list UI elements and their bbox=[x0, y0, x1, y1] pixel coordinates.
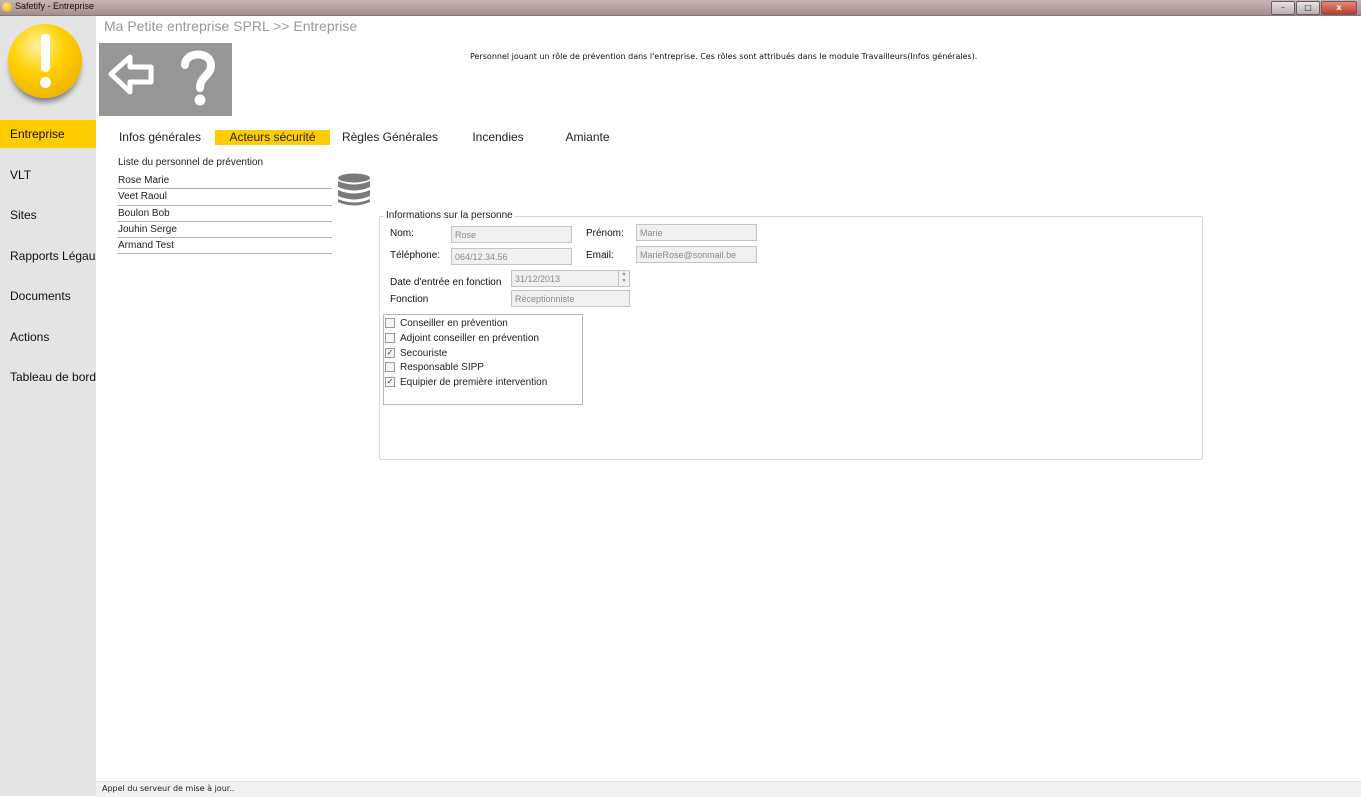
role-equipier-premiere-intervention[interactable]: ✓ Equipier de première intervention bbox=[385, 375, 547, 389]
tab-regles-generales[interactable]: Règles Générales bbox=[340, 130, 440, 145]
prenom-label: Prénom: bbox=[586, 228, 624, 239]
breadcrumb: Ma Petite entreprise SPRL >> Entreprise bbox=[104, 18, 358, 34]
arrow-left-icon bbox=[108, 54, 154, 95]
sidebar-item-tableau-de-bord[interactable]: Tableau de bord bbox=[0, 363, 96, 391]
sidebar-item-rapports-legaux[interactable]: Rapports Légaux bbox=[0, 242, 96, 270]
minimize-button[interactable]: – bbox=[1271, 1, 1295, 15]
list-item[interactable]: Jouhin Serge bbox=[117, 222, 332, 239]
role-label: Responsable SIPP bbox=[400, 361, 484, 373]
role-label: Adjoint conseiller en prévention bbox=[400, 332, 539, 344]
checkbox[interactable] bbox=[385, 333, 395, 343]
safetify-logo bbox=[8, 24, 82, 98]
personnel-list-title: Liste du personnel de prévention bbox=[118, 157, 264, 168]
date-entree-field[interactable]: 31/12/2013 ▲ ▼ bbox=[511, 270, 630, 287]
sidebar-item-entreprise[interactable]: Entreprise bbox=[0, 120, 96, 148]
nom-label: Nom: bbox=[390, 228, 414, 239]
email-field[interactable]: MarieRose@sonmail.be bbox=[636, 246, 757, 263]
list-item[interactable]: Veet Raoul bbox=[117, 189, 332, 206]
list-item[interactable]: Armand Test bbox=[117, 238, 332, 255]
role-label: Conseiller en prévention bbox=[400, 317, 508, 329]
role-adjoint-conseiller[interactable]: Adjoint conseiller en prévention bbox=[385, 331, 539, 345]
telephone-label: Téléphone: bbox=[390, 250, 441, 261]
sidebar-nav: Entreprise VLT Sites Rapports Légaux Doc… bbox=[0, 120, 96, 404]
date-spinner[interactable]: ▲ ▼ bbox=[618, 271, 629, 286]
tab-incendies[interactable]: Incendies bbox=[469, 130, 527, 145]
checkbox[interactable]: ✓ bbox=[385, 348, 395, 358]
fonction-field[interactable]: Réceptionniste bbox=[511, 290, 630, 307]
title-bar: Safetify - Entreprise – □ x bbox=[0, 0, 1361, 16]
role-conseiller-prevention[interactable]: Conseiller en prévention bbox=[385, 316, 508, 330]
status-bar: Appel du serveur de mise à jour.. bbox=[96, 781, 1361, 797]
prenom-field[interactable]: Marie bbox=[636, 224, 757, 241]
date-entree-label: Date d'entrée en fonction bbox=[390, 277, 502, 288]
help-button[interactable] bbox=[165, 43, 231, 116]
personnel-list: Rose Marie Veet Raoul Boulon Bob Jouhin … bbox=[117, 173, 332, 255]
app-icon bbox=[2, 2, 12, 12]
email-label: Email: bbox=[586, 250, 614, 261]
back-button[interactable] bbox=[99, 43, 165, 116]
list-item[interactable]: Boulon Bob bbox=[117, 206, 332, 222]
tab-amiante[interactable]: Amiante bbox=[562, 130, 613, 145]
role-label: Equipier de première intervention bbox=[400, 376, 548, 388]
page-description: Personnel jouant un rôle de prévention d… bbox=[470, 52, 978, 61]
role-responsable-sipp[interactable]: Responsable SIPP bbox=[385, 360, 484, 374]
tab-infos-generales[interactable]: Infos générales bbox=[116, 130, 204, 145]
database-button[interactable] bbox=[336, 172, 372, 212]
sidebar-item-actions[interactable]: Actions bbox=[0, 323, 96, 351]
person-info-legend: Informations sur la personne bbox=[384, 210, 515, 221]
checkbox[interactable] bbox=[385, 362, 395, 372]
window-title: Safetify - Entreprise bbox=[15, 1, 95, 11]
tab-acteurs-securite[interactable]: Acteurs sécurité bbox=[215, 130, 330, 145]
sidebar-item-documents[interactable]: Documents bbox=[0, 282, 96, 310]
date-entree-value: 31/12/2013 bbox=[515, 274, 561, 284]
maximize-button[interactable]: □ bbox=[1296, 1, 1320, 15]
status-text: Appel du serveur de mise à jour.. bbox=[102, 784, 235, 793]
question-mark-icon bbox=[181, 50, 216, 106]
sidebar-item-sites[interactable]: Sites bbox=[0, 201, 96, 229]
sidebar-item-vlt[interactable]: VLT bbox=[0, 161, 96, 189]
database-icon bbox=[338, 173, 370, 206]
fonction-label: Fonction bbox=[390, 294, 429, 305]
checkbox[interactable]: ✓ bbox=[385, 377, 395, 387]
role-secouriste[interactable]: ✓ Secouriste bbox=[385, 346, 447, 360]
close-button[interactable]: x bbox=[1321, 1, 1357, 15]
role-label: Secouriste bbox=[400, 347, 448, 359]
sidebar: Entreprise VLT Sites Rapports Légaux Doc… bbox=[0, 16, 96, 796]
toolbar bbox=[99, 43, 232, 116]
checkbox[interactable] bbox=[385, 318, 395, 328]
list-item[interactable]: Rose Marie bbox=[117, 173, 332, 190]
telephone-field[interactable]: 064/12.34.56 bbox=[451, 248, 572, 265]
nom-field[interactable]: Rose bbox=[451, 226, 572, 243]
